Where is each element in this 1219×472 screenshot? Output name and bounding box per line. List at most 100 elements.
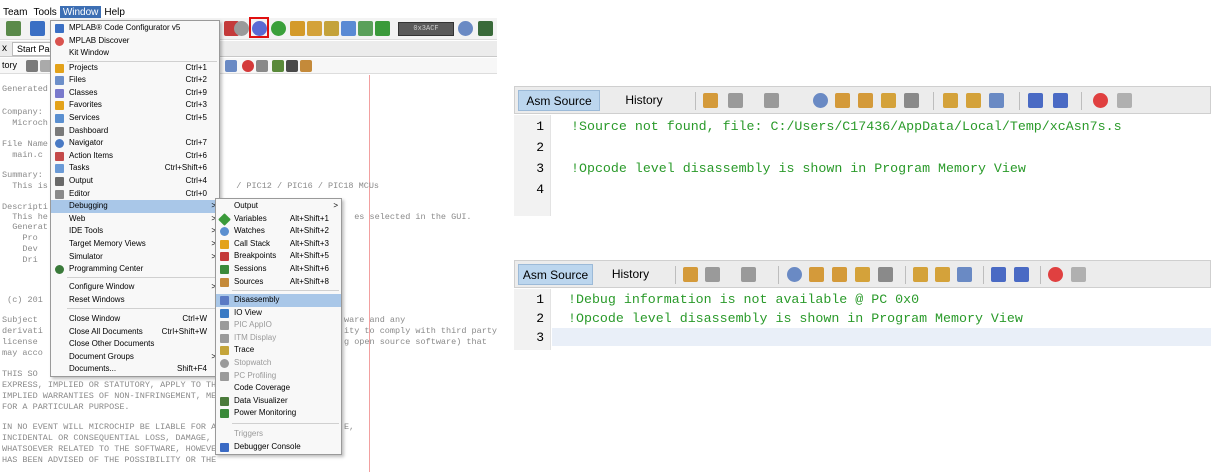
record-macro-icon[interactable] (1048, 267, 1063, 282)
submenu-item-disassembly[interactable]: Disassembly (216, 294, 341, 307)
submenu-item-call-stack[interactable]: Call Stack Alt+Shift+3 (216, 238, 341, 251)
shift-right-icon[interactable] (1014, 267, 1029, 282)
menu-item-target-memory-views[interactable]: Target Memory Views > (51, 238, 219, 251)
run-icon[interactable] (271, 21, 286, 36)
menu-item-programming-center[interactable]: Programming Center (51, 263, 219, 276)
toggle-highlight-icon[interactable] (855, 267, 870, 282)
menu-item-mplab-discover[interactable]: MPLAB Discover (51, 35, 219, 48)
menu-item-ide-tools[interactable]: IDE Tools > (51, 225, 219, 238)
menu-item-favorites[interactable]: Favorites Ctrl+3 (51, 99, 219, 112)
menu-item-close-all-documents[interactable]: Close All Documents Ctrl+Shift+W (51, 326, 219, 339)
submenu-item-sources[interactable]: Sources Alt+Shift+8 (216, 276, 341, 289)
menu-item-simulator[interactable]: Simulator > (51, 251, 219, 264)
toggle-bookmark-icon[interactable] (957, 267, 972, 282)
data-visualizer-icon[interactable] (478, 21, 493, 36)
submenu-item-io-view[interactable]: IO View (216, 307, 341, 320)
editor-tool-icon[interactable] (300, 60, 312, 72)
shift-right-icon[interactable] (1053, 93, 1068, 108)
stop-icon[interactable] (234, 21, 249, 36)
previous-bookmark-icon[interactable] (943, 93, 958, 108)
search-icon[interactable] (813, 93, 828, 108)
find-next-icon[interactable] (832, 267, 847, 282)
last-edit-icon[interactable] (703, 93, 718, 108)
stop-macro-icon[interactable] (1071, 267, 1086, 282)
menu-item-configure-window[interactable]: Configure Window > (51, 281, 219, 294)
menu-item-close-other-documents[interactable]: Close Other Documents (51, 338, 219, 351)
program-icon[interactable] (290, 21, 305, 36)
last-edit-icon[interactable] (683, 267, 698, 282)
submenu-item-trace[interactable]: Trace (216, 344, 341, 357)
menu-item-document-groups[interactable]: Document Groups > (51, 351, 219, 364)
editor-tool-icon[interactable] (26, 60, 38, 72)
watches-icon (220, 227, 229, 237)
shift-left-icon[interactable] (1028, 93, 1043, 108)
next-bookmark-icon[interactable] (935, 267, 950, 282)
disassembly-panel-no-debug-info: Asm Source History 1 2 3 !Debug informat… (514, 260, 1211, 350)
forward-icon[interactable] (764, 93, 779, 108)
tab-asm-source[interactable]: Asm Source (518, 264, 593, 285)
step-out-icon[interactable] (375, 21, 390, 36)
stop-macro-icon[interactable] (256, 60, 268, 72)
shift-left-icon[interactable] (991, 267, 1006, 282)
menu-item-output[interactable]: Output Ctrl+4 (51, 175, 219, 188)
hold-reset-icon[interactable] (324, 21, 339, 36)
menu-item-action-items[interactable]: Action Items Ctrl+6 (51, 150, 219, 163)
refresh-icon[interactable] (458, 21, 473, 36)
submenu-item-power-monitoring[interactable]: Power Monitoring (216, 407, 341, 420)
tab-history[interactable]: History (611, 90, 677, 111)
toggle-bookmark-icon[interactable] (989, 93, 1004, 108)
stop-macro-icon[interactable] (1117, 93, 1132, 108)
next-bookmark-icon[interactable] (966, 93, 981, 108)
find-next-icon[interactable] (858, 93, 873, 108)
new-project-icon[interactable] (6, 21, 21, 36)
back-icon[interactable] (705, 267, 720, 282)
find-previous-icon[interactable] (809, 267, 824, 282)
menu-item-classes[interactable]: Classes Ctrl+9 (51, 87, 219, 100)
step-over-icon[interactable] (358, 21, 373, 36)
menu-item-files[interactable]: Files Ctrl+2 (51, 74, 219, 87)
submenu-item-data-visualizer[interactable]: Data Visualizer (216, 395, 341, 408)
tab-asm-source[interactable]: Asm Source (518, 90, 600, 111)
menu-item-navigator[interactable]: Navigator Ctrl+7 (51, 137, 219, 150)
select-icon[interactable] (878, 267, 893, 282)
menu-item-documents[interactable]: Documents... Shift+F4 (51, 363, 219, 376)
search-icon[interactable] (787, 267, 802, 282)
menu-item-services[interactable]: Services Ctrl+5 (51, 112, 219, 125)
back-icon[interactable] (728, 93, 743, 108)
record-macro-icon[interactable] (1093, 93, 1108, 108)
menu-item-dashboard[interactable]: Dashboard (51, 125, 219, 138)
editor-tool-icon[interactable] (272, 60, 284, 72)
submenu-item-variables[interactable]: Variables Alt+Shift+1 (216, 212, 341, 226)
select-icon[interactable] (904, 93, 919, 108)
menu-item-debugging[interactable]: Debugging > (51, 200, 219, 213)
code-line: HAS BEEN ADVISED OF THE POSSIBILITY OR T… (2, 455, 217, 465)
tab-history[interactable]: History (603, 264, 658, 285)
submenu-item-debugger-console[interactable]: Debugger Console (216, 441, 341, 454)
submenu-item-watches[interactable]: Watches Alt+Shift+2 (216, 225, 341, 238)
previous-bookmark-icon[interactable] (913, 267, 928, 282)
close-tab-icon[interactable]: x (2, 43, 7, 54)
record-macro-icon[interactable] (242, 60, 254, 72)
menu-item-editor[interactable]: Editor Ctrl+0 (51, 188, 219, 201)
forward-icon[interactable] (741, 267, 756, 282)
history-tab-label[interactable]: tory (2, 60, 17, 70)
menu-item-web[interactable]: Web > (51, 213, 219, 226)
submenu-item-sessions[interactable]: Sessions Alt+Shift+6 (216, 263, 341, 276)
menu-item-reset-windows[interactable]: Reset Windows (51, 294, 219, 307)
find-previous-icon[interactable] (835, 93, 850, 108)
editor-tool-icon[interactable] (225, 60, 237, 72)
build-icon[interactable] (30, 21, 45, 36)
menu-item-close-window[interactable]: Close Window Ctrl+W (51, 313, 219, 326)
submenu-item-breakpoints[interactable]: Breakpoints Alt+Shift+5 (216, 250, 341, 263)
menu-item-kit-window[interactable]: Kit Window (51, 47, 219, 60)
menu-item-code-configurator[interactable]: MPLAB® Code Configurator v5 (51, 22, 219, 35)
read-icon[interactable] (307, 21, 322, 36)
editor-tool-icon[interactable] (286, 60, 298, 72)
menu-item-tasks[interactable]: Tasks Ctrl+Shift+6 (51, 162, 219, 175)
step-icon[interactable] (341, 21, 356, 36)
toggle-highlight-icon[interactable] (881, 93, 896, 108)
toolbar-separator (933, 92, 934, 110)
menu-item-projects[interactable]: Projects Ctrl+1 (51, 62, 219, 75)
submenu-item-output[interactable]: Output > (216, 200, 341, 213)
submenu-item-code-coverage[interactable]: Code Coverage (216, 382, 341, 395)
